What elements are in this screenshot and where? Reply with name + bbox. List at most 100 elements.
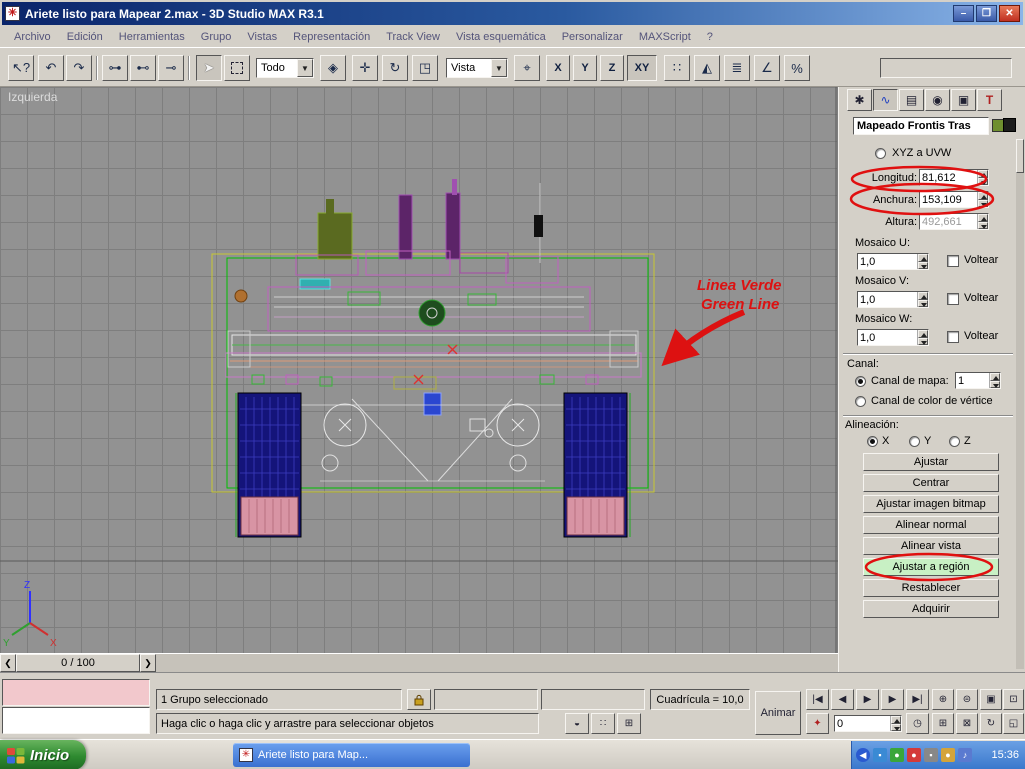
unlink-icon[interactable]: ⊷ [130,55,156,81]
volume-icon[interactable]: ♪ [958,748,972,762]
timeline-next-button[interactable]: ❯ [140,654,156,672]
clock[interactable]: 15:36 [991,749,1019,761]
maximize-button[interactable]: ❐ [976,5,997,22]
align-z-radio[interactable] [949,436,960,447]
update-icon[interactable]: ● [941,748,955,762]
ajustar-button[interactable]: Ajustar [863,453,999,471]
help-cursor-icon[interactable]: ↖? [8,55,34,81]
zoom-all-icon[interactable]: ⊜ [956,689,978,710]
zoom-extents-icon[interactable]: ▣ [980,689,1002,710]
start-button[interactable]: Inicio [0,740,86,769]
timeline-prev-button[interactable]: ❮ [0,654,16,672]
panel-scrollbar[interactable] [1016,139,1024,669]
panel-scrollbar-thumb[interactable] [1016,139,1024,173]
snap-toggle-icon[interactable]: ∷ [664,55,690,81]
restrict-x-button[interactable]: X [546,55,570,81]
go-to-start-button[interactable]: |◀ [806,689,829,710]
menu-track-view[interactable]: Track View [378,29,448,45]
mosaico-v-spinner[interactable] [917,292,928,307]
timeline-thumb[interactable]: 0 / 100 [16,654,140,672]
ajustar-a-region-button[interactable]: Ajustar a región [863,558,999,576]
mirror-button[interactable]: ◭ [694,55,720,81]
restrict-z-button[interactable]: Z [600,55,624,81]
restablecer-button[interactable]: Restablecer [863,579,999,597]
alinear-vista-button[interactable]: Alinear vista [863,537,999,555]
canal-vertice-radio[interactable] [855,396,866,407]
canal-mapa-spinner[interactable] [989,373,1000,388]
angle-snap-icon[interactable]: ∠ [754,55,780,81]
ajustar-imagen-bitmap-button[interactable]: Ajustar imagen bitmap [863,495,999,513]
maxscript-mini-listener[interactable] [2,679,150,706]
anchura-spinner[interactable] [977,192,988,207]
crossing-selection-icon[interactable]: ◈ [320,55,346,81]
mosaico-w-input[interactable] [858,330,917,345]
undo-button[interactable]: ↶ [38,55,64,81]
mosaico-v-input[interactable] [858,292,917,307]
minimize-button[interactable]: – [953,5,974,22]
key-mode-toggle[interactable]: ✦ [806,713,829,734]
menu-representacion[interactable]: Representación [285,29,378,45]
time-config-icon[interactable]: ◷ [906,713,929,734]
restrict-xy-plane-button[interactable]: XY [627,55,657,81]
selection-filter-dropdown[interactable]: Todo ▼ [256,58,314,78]
tab-display-icon[interactable]: ▣ [951,89,976,111]
taskbar-task-button[interactable]: ✳ Ariete listo para Map... [233,743,470,767]
percent-snap-icon[interactable]: % [784,55,810,81]
mosaico-u-spinner[interactable] [917,254,928,269]
align-y-radio[interactable] [909,436,920,447]
adaptive-degradation-icon[interactable]: ◒ [565,713,589,734]
grid-dots-icon[interactable]: ∷ [591,713,615,734]
prev-frame-button[interactable]: ◀ [831,689,854,710]
longitud-spinner[interactable] [977,170,988,185]
rect-selection-region-button[interactable] [224,55,250,81]
viewport-izquierda[interactable]: Izquierda Z Y X [0,87,838,653]
redo-button[interactable]: ↷ [66,55,92,81]
go-to-end-button[interactable]: ▶| [906,689,929,710]
adquirir-button[interactable]: Adquirir [863,600,999,618]
min-max-toggle-icon[interactable]: ◱ [1003,713,1024,734]
zoom-icon[interactable]: ⊕ [932,689,954,710]
select-object-button[interactable]: ➤ [196,55,222,81]
zoom-region-icon[interactable]: ⊞ [932,713,954,734]
maxscript-listener[interactable] [2,707,150,734]
use-pivot-center-icon[interactable]: ⌖ [514,55,540,81]
menu-grupo[interactable]: Grupo [193,29,240,45]
menu-archivo[interactable]: Archivo [6,29,59,45]
restrict-y-button[interactable]: Y [573,55,597,81]
display-icon[interactable]: ▪ [924,748,938,762]
messenger-icon[interactable]: ● [890,748,904,762]
named-selection-field[interactable] [880,58,1012,78]
tab-modify-icon[interactable]: ∿ [873,89,898,111]
tab-hierarchy-icon[interactable]: ▤ [899,89,924,111]
menu-help[interactable]: ? [699,29,721,45]
tab-utilities-icon[interactable]: T [977,89,1002,111]
bind-spacewarp-icon[interactable]: ⊸ [158,55,184,81]
menu-vista-esquematica[interactable]: Vista esquemática [448,29,554,45]
mosaico-w-spinner[interactable] [917,330,928,345]
menu-herramientas[interactable]: Herramientas [111,29,193,45]
menu-edicion[interactable]: Edición [59,29,111,45]
viewport-label[interactable]: Izquierda [8,90,57,104]
current-frame-input[interactable] [835,716,890,731]
tab-motion-icon[interactable]: ◉ [925,89,950,111]
next-frame-button[interactable]: ▶ [881,689,904,710]
zoom-extents-all-icon[interactable]: ⊡ [1003,689,1024,710]
alinear-normal-button[interactable]: Alinear normal [863,516,999,534]
menu-maxscript[interactable]: MAXScript [631,29,699,45]
coord-system-dropdown[interactable]: Vista ▼ [446,58,508,78]
tab-create-icon[interactable]: ✱ [847,89,872,111]
centrar-button[interactable]: Centrar [863,474,999,492]
window-toggle-icon[interactable]: ⊞ [617,713,641,734]
close-button[interactable]: ✕ [999,5,1020,22]
animar-button[interactable]: Animar [755,691,801,735]
voltear-w-checkbox[interactable] [947,331,959,343]
modifier-active-toggle[interactable] [1003,118,1016,132]
select-and-move-button[interactable]: ✛ [352,55,378,81]
altura-input[interactable] [920,214,977,229]
altura-spinner[interactable] [977,214,988,229]
network-icon[interactable]: ▪ [873,748,887,762]
current-frame-spinner[interactable] [890,716,901,731]
anchura-input[interactable] [920,192,977,207]
select-and-scale-button[interactable]: ◳ [412,55,438,81]
mosaico-u-input[interactable] [858,254,917,269]
